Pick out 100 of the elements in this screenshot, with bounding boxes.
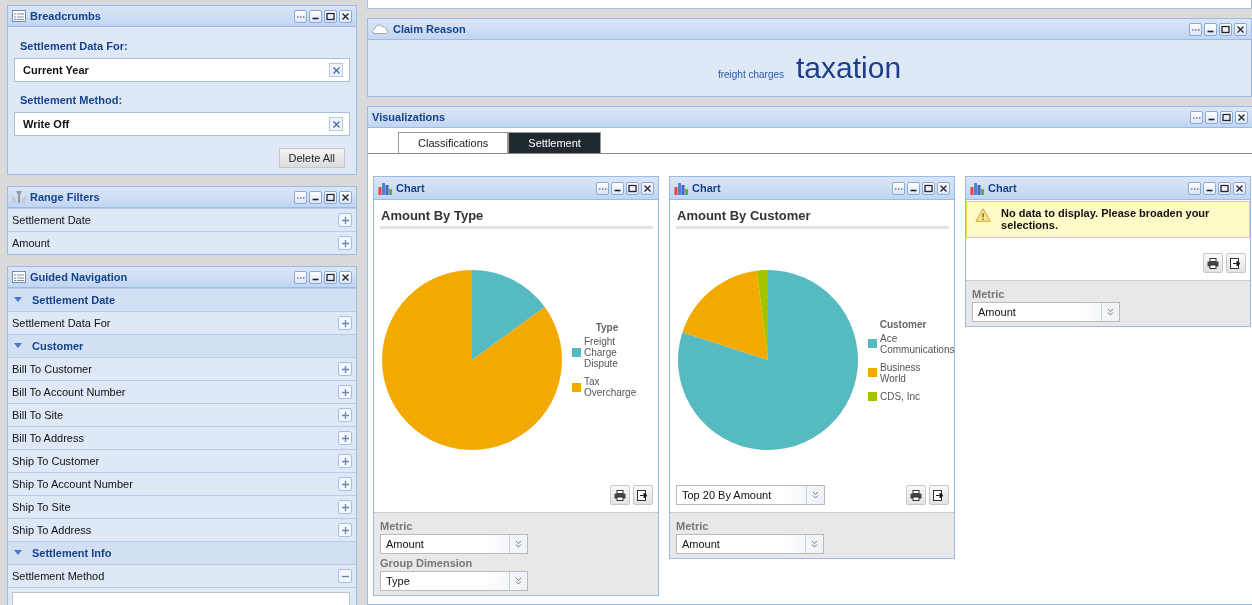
maximize-button[interactable]: [1219, 22, 1232, 36]
printer-icon: [1207, 257, 1219, 269]
expand-button[interactable]: [338, 408, 352, 422]
breadcrumb-value: Write Off: [23, 118, 70, 130]
export-icon: [637, 489, 649, 501]
panel-title: Range Filters: [30, 191, 100, 203]
field-label: Metric: [380, 520, 414, 532]
expand-button[interactable]: [338, 385, 352, 399]
dropdown[interactable]: Type: [380, 571, 528, 591]
warning-message: No data to display. Please broaden your selections.: [1001, 207, 1211, 231]
expand-button[interactable]: [338, 236, 352, 250]
remove-button[interactable]: [329, 117, 343, 131]
maximize-button[interactable]: [324, 190, 337, 204]
export-button[interactable]: [929, 485, 949, 505]
dropdown[interactable]: Amount: [380, 534, 528, 554]
panel-title: Chart: [692, 182, 721, 194]
export-button[interactable]: [1226, 253, 1246, 273]
breadcrumb-value: Current Year: [23, 64, 89, 76]
expand-button[interactable]: [338, 477, 352, 491]
maximize-button[interactable]: [922, 181, 935, 195]
bar-chart-icon: [674, 181, 688, 195]
maximize-button[interactable]: [324, 270, 337, 284]
expand-button[interactable]: [338, 316, 352, 330]
navigation-item[interactable]: Bill To Address: [12, 432, 84, 444]
plus-icon: [340, 387, 350, 397]
input-field[interactable]: [12, 592, 350, 605]
close-icon: [341, 11, 350, 21]
minimize-button[interactable]: [1205, 110, 1218, 124]
print-button[interactable]: [610, 485, 630, 505]
toggle-triangle-icon[interactable]: [14, 550, 22, 556]
navigation-item[interactable]: Settlement Data For: [12, 317, 111, 329]
navigation-item[interactable]: Bill To Account Number: [12, 386, 126, 398]
close-button[interactable]: [1235, 110, 1248, 124]
panel-title: Guided Navigation: [30, 271, 128, 283]
close-icon: [331, 65, 341, 75]
navigation-item[interactable]: Ship To Account Number: [12, 478, 133, 490]
expand-button[interactable]: [338, 523, 352, 537]
tag-cloud-term[interactable]: freight charges: [717, 68, 785, 80]
field-label: Group Dimension: [380, 557, 474, 569]
dropdown[interactable]: Top 20 By Amount: [676, 485, 825, 505]
minimize-button[interactable]: [1203, 181, 1216, 195]
remove-button[interactable]: [329, 63, 343, 77]
expand-button[interactable]: [338, 362, 352, 376]
tag-cloud-term[interactable]: taxation: [796, 51, 902, 85]
maximize-button[interactable]: [1220, 110, 1233, 124]
section-title: Settlement Info: [32, 547, 112, 559]
navigation-item[interactable]: Settlement Method: [12, 570, 105, 582]
minimize-button[interactable]: [309, 270, 322, 284]
close-button[interactable]: [641, 181, 654, 195]
delete-all-button[interactable]: Delete All: [278, 148, 345, 168]
toggle-triangle-icon[interactable]: [14, 297, 22, 303]
close-button[interactable]: [1233, 181, 1246, 195]
export-button[interactable]: [633, 485, 653, 505]
close-button[interactable]: [339, 270, 352, 284]
maximize-button[interactable]: [324, 9, 337, 23]
close-icon: [939, 183, 948, 193]
minimize-button[interactable]: [907, 181, 920, 195]
close-icon: [341, 272, 350, 282]
plus-icon: [340, 456, 350, 466]
minimize-button[interactable]: [309, 9, 322, 23]
navigation-item[interactable]: Ship To Site: [12, 501, 71, 513]
minimize-button[interactable]: [611, 181, 624, 195]
toggle-triangle-icon[interactable]: [14, 343, 22, 349]
plus-icon: [340, 238, 350, 248]
tab[interactable]: Settlement: [508, 132, 601, 153]
print-button[interactable]: [1203, 253, 1223, 273]
close-icon: [643, 183, 652, 193]
bar-chart-icon: [970, 181, 984, 195]
filter-icon: [12, 190, 26, 204]
navigation-item[interactable]: Bill To Site: [12, 409, 64, 421]
maximize-icon: [326, 11, 335, 21]
print-button[interactable]: [906, 485, 926, 505]
maximize-button[interactable]: [1218, 181, 1231, 195]
filter-item[interactable]: Amount: [12, 237, 50, 249]
close-button[interactable]: [1234, 22, 1247, 36]
navigation-item[interactable]: Bill To Customer: [12, 363, 92, 375]
close-button[interactable]: [937, 181, 950, 195]
navigation-item[interactable]: Ship To Address: [12, 524, 92, 536]
minimize-button[interactable]: [1204, 22, 1217, 36]
expand-button[interactable]: [338, 431, 352, 445]
expand-button[interactable]: [338, 500, 352, 514]
dropdown[interactable]: Amount: [676, 534, 824, 554]
navigation-item[interactable]: Ship To Customer: [12, 455, 100, 467]
maximize-button[interactable]: [626, 181, 639, 195]
collapse-button[interactable]: [338, 569, 352, 583]
chart-heading: Amount By Type: [380, 200, 653, 229]
list-icon: [12, 271, 26, 283]
dropdown[interactable]: Amount: [972, 302, 1120, 322]
minimize-button[interactable]: [309, 190, 322, 204]
close-icon: [1235, 183, 1244, 193]
close-button[interactable]: [339, 190, 352, 204]
filter-item[interactable]: Settlement Date: [12, 214, 91, 226]
warning-icon: [975, 207, 992, 223]
expand-button[interactable]: [338, 213, 352, 227]
tab[interactable]: Classifications: [398, 132, 509, 153]
printer-icon: [614, 489, 626, 501]
close-button[interactable]: [339, 9, 352, 23]
chart-heading: Amount By Customer: [676, 200, 949, 229]
expand-button[interactable]: [338, 454, 352, 468]
close-icon: [1237, 112, 1246, 122]
